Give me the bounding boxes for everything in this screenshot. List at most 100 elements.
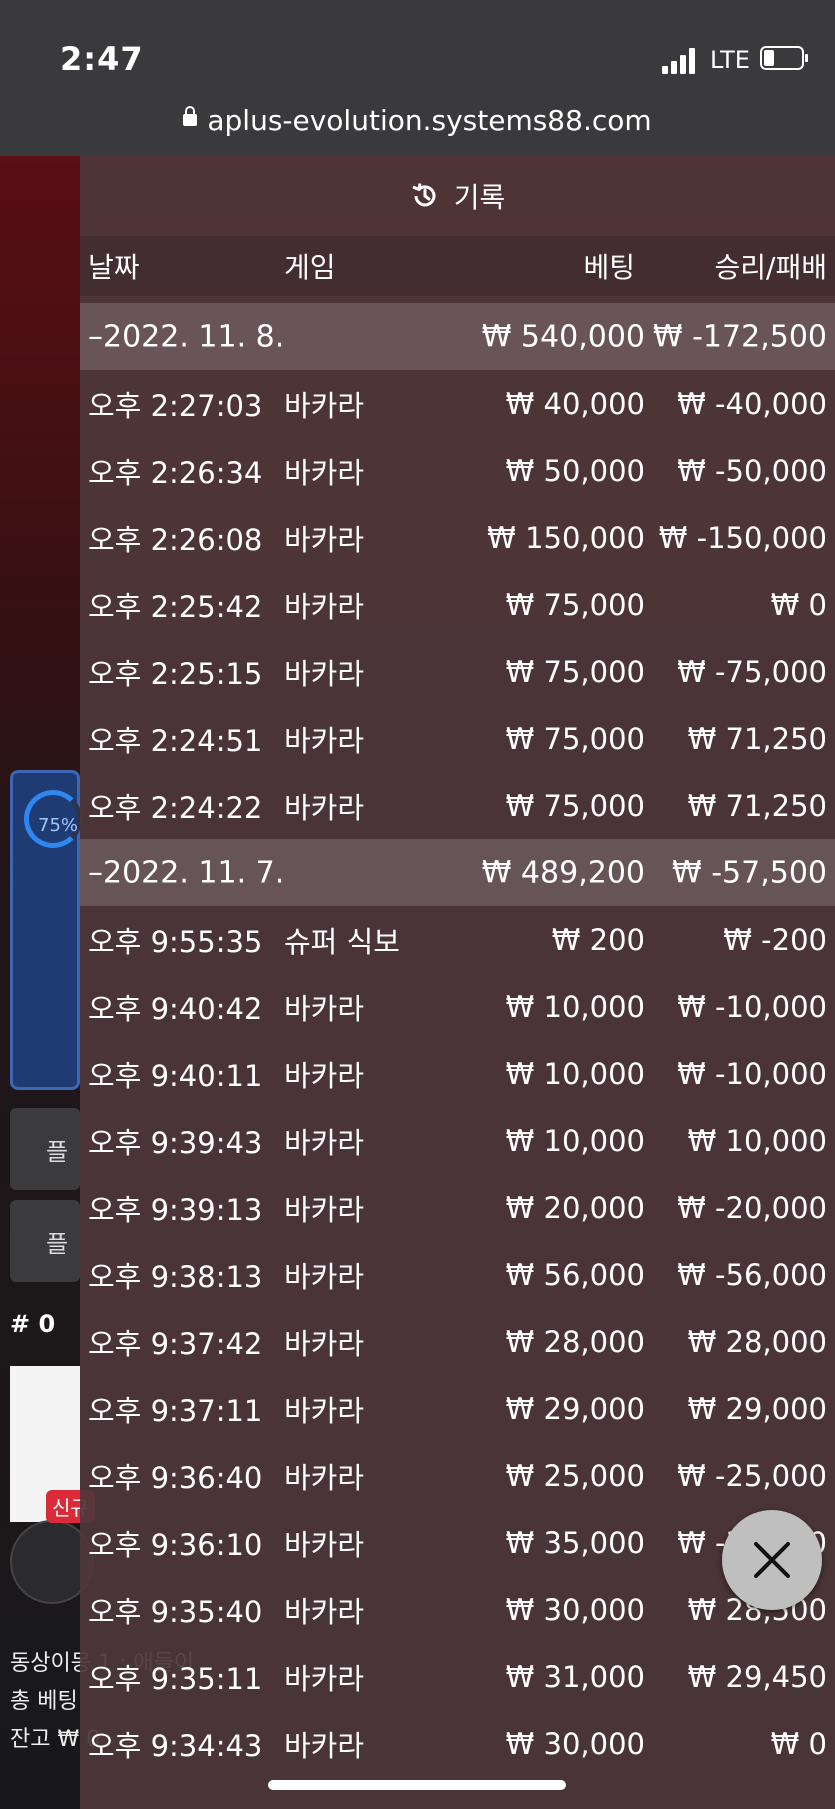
clock: 2:47 bbox=[60, 40, 144, 78]
row-date: 오후 2:25:15 bbox=[88, 656, 263, 691]
history-row[interactable]: 오후 9:55:35 슈퍼 식보 ₩ 200 ₩ -200 bbox=[80, 906, 835, 973]
home-indicator[interactable] bbox=[268, 1780, 566, 1790]
row-game: 바카라 bbox=[284, 656, 365, 691]
history-row[interactable]: 오후 9:37:11 바카라 ₩ 29,000 ₩ 29,000 bbox=[80, 1375, 835, 1442]
row-date: 오후 9:37:11 bbox=[88, 1393, 263, 1428]
row-result: ₩ 71,250 bbox=[687, 788, 827, 823]
row-result: ₩ -25,000 bbox=[677, 1458, 827, 1493]
row-bet: ₩ 10,000 bbox=[505, 989, 645, 1024]
row-date: 오후 9:40:11 bbox=[88, 1058, 263, 1093]
row-game: 바카라 bbox=[284, 790, 365, 825]
row-result: ₩ -50,000 bbox=[677, 453, 827, 488]
row-game: 바카라 bbox=[284, 723, 365, 758]
battery-icon bbox=[760, 46, 808, 70]
close-icon bbox=[754, 1542, 790, 1578]
column-game: 게임 bbox=[284, 251, 336, 284]
row-game: 슈퍼 식보 bbox=[284, 924, 400, 959]
row-date: 오후 9:35:40 bbox=[88, 1594, 263, 1629]
row-game: 바카라 bbox=[284, 1125, 365, 1160]
row-bet: ₩ 50,000 bbox=[505, 453, 645, 488]
history-row[interactable]: 오후 9:36:40 바카라 ₩ 25,000 ₩ -25,000 bbox=[80, 1442, 835, 1509]
row-game: 바카라 bbox=[284, 991, 365, 1026]
row-date: 오후 9:34:43 bbox=[88, 1728, 263, 1763]
row-result: ₩ 28,000 bbox=[687, 1324, 827, 1359]
cellular-signal-icon bbox=[662, 48, 702, 74]
history-row[interactable]: 오후 2:25:15 바카라 ₩ 75,000 ₩ -75,000 bbox=[80, 638, 835, 705]
row-game: 바카라 bbox=[284, 1259, 365, 1294]
column-header: 날짜 게임 베팅 승리/패배 bbox=[80, 236, 835, 296]
date-group-row[interactable]: –2022. 11. 8. ₩ 540,000 ₩ -172,500 bbox=[80, 303, 835, 370]
row-date: 오후 2:24:51 bbox=[88, 723, 263, 758]
row-bet: ₩ 20,000 bbox=[505, 1190, 645, 1225]
row-date: 오후 9:35:11 bbox=[88, 1661, 263, 1696]
column-bet: 베팅 bbox=[583, 251, 635, 284]
row-bet: ₩ 10,000 bbox=[505, 1123, 645, 1158]
total-bet-label: 총 베팅 bbox=[10, 1689, 78, 1714]
row-bet: ₩ 150,000 bbox=[487, 520, 645, 555]
address-bar[interactable]: aplus-evolution.systems88.com bbox=[0, 104, 835, 137]
history-header: 기록 bbox=[80, 156, 835, 236]
progress-label: 75% bbox=[38, 815, 79, 836]
row-bet: ₩ 75,000 bbox=[505, 721, 645, 756]
row-date: 오후 2:27:03 bbox=[88, 388, 263, 423]
row-date: 오후 9:40:42 bbox=[88, 991, 263, 1026]
history-icon bbox=[412, 183, 436, 207]
row-bet: ₩ 540,000 bbox=[481, 319, 645, 354]
history-row[interactable]: 오후 9:35:40 바카라 ₩ 30,000 ₩ 28,500 bbox=[80, 1576, 835, 1643]
row-game: 바카라 bbox=[284, 522, 365, 557]
row-bet: ₩ 75,000 bbox=[505, 654, 645, 689]
row-date: 오후 9:39:13 bbox=[88, 1192, 263, 1227]
row-result: ₩ 0 bbox=[770, 1726, 827, 1761]
history-row[interactable]: 오후 9:39:43 바카라 ₩ 10,000 ₩ 10,000 bbox=[80, 1107, 835, 1174]
row-bet: ₩ 10,000 bbox=[505, 1056, 645, 1091]
network-type: LTE bbox=[710, 46, 750, 74]
row-bet: ₩ 28,000 bbox=[505, 1324, 645, 1359]
row-date: 오후 9:36:40 bbox=[88, 1460, 263, 1495]
bet-button[interactable]: 플 bbox=[10, 1200, 80, 1282]
history-row[interactable]: 오후 9:40:42 바카라 ₩ 10,000 ₩ -10,000 bbox=[80, 973, 835, 1040]
history-row[interactable]: 오후 9:35:11 바카라 ₩ 31,000 ₩ 29,450 bbox=[80, 1643, 835, 1710]
history-row[interactable]: 오후 9:38:13 바카라 ₩ 56,000 ₩ -56,000 bbox=[80, 1241, 835, 1308]
row-game: 바카라 bbox=[284, 1393, 365, 1428]
row-bet: ₩ 75,000 bbox=[505, 788, 645, 823]
history-title: 기록 bbox=[453, 181, 506, 214]
history-row[interactable]: 오후 2:25:42 바카라 ₩ 75,000 ₩ 0 bbox=[80, 571, 835, 638]
bet-button[interactable]: 플 bbox=[10, 1108, 80, 1190]
history-row[interactable]: 오후 9:40:11 바카라 ₩ 10,000 ₩ -10,000 bbox=[80, 1040, 835, 1107]
row-bet: ₩ 200 bbox=[551, 922, 645, 957]
close-button[interactable] bbox=[722, 1510, 822, 1610]
history-row[interactable]: 오후 9:34:43 바카라 ₩ 30,000 ₩ 0 bbox=[80, 1710, 835, 1777]
history-row[interactable]: 오후 2:24:22 바카라 ₩ 75,000 ₩ 71,250 bbox=[80, 772, 835, 839]
row-game: 바카라 bbox=[284, 388, 365, 423]
row-result: ₩ -57,500 bbox=[672, 855, 827, 890]
row-bet: ₩ 35,000 bbox=[505, 1525, 645, 1560]
row-game: 바카라 bbox=[284, 1527, 365, 1562]
row-bet: ₩ 31,000 bbox=[505, 1659, 645, 1694]
row-game: 바카라 bbox=[284, 1460, 365, 1495]
row-date: 오후 9:55:35 bbox=[88, 924, 263, 959]
row-date: 오후 9:36:10 bbox=[88, 1527, 263, 1562]
row-bet: ₩ 25,000 bbox=[505, 1458, 645, 1493]
row-result: ₩ -150,000 bbox=[658, 520, 827, 555]
row-bet: ₩ 40,000 bbox=[505, 386, 645, 421]
row-result: ₩ -56,000 bbox=[677, 1257, 827, 1292]
column-result: 승리/패배 bbox=[714, 251, 827, 284]
row-date: 오후 2:25:42 bbox=[88, 589, 263, 624]
history-row[interactable]: 오후 2:27:03 바카라 ₩ 40,000 ₩ -40,000 bbox=[80, 370, 835, 437]
history-row[interactable]: 오후 9:39:13 바카라 ₩ 20,000 ₩ -20,000 bbox=[80, 1174, 835, 1241]
row-result: ₩ -20,000 bbox=[677, 1190, 827, 1225]
row-bet: ₩ 75,000 bbox=[505, 587, 645, 622]
row-date: 오후 2:24:22 bbox=[88, 790, 263, 825]
column-date: 날짜 bbox=[88, 251, 140, 284]
date-group-row[interactable]: –2022. 11. 7. ₩ 489,200 ₩ -57,500 bbox=[80, 839, 835, 906]
history-row[interactable]: 오후 2:26:08 바카라 ₩ 150,000 ₩ -150,000 bbox=[80, 504, 835, 571]
history-row[interactable]: 오후 2:26:34 바카라 ₩ 50,000 ₩ -50,000 bbox=[80, 437, 835, 504]
history-row[interactable]: 오후 2:24:51 바카라 ₩ 75,000 ₩ 71,250 bbox=[80, 705, 835, 772]
row-game: 바카라 bbox=[284, 1661, 365, 1696]
history-row[interactable]: 오후 9:37:42 바카라 ₩ 28,000 ₩ 28,000 bbox=[80, 1308, 835, 1375]
status-bar: 2:47 LTE aplus-evolution.systems88.com bbox=[0, 0, 835, 156]
row-result: ₩ 71,250 bbox=[687, 721, 827, 756]
row-game: 바카라 bbox=[284, 1594, 365, 1629]
row-game: 바카라 bbox=[284, 589, 365, 624]
row-result: ₩ -10,000 bbox=[677, 1056, 827, 1091]
